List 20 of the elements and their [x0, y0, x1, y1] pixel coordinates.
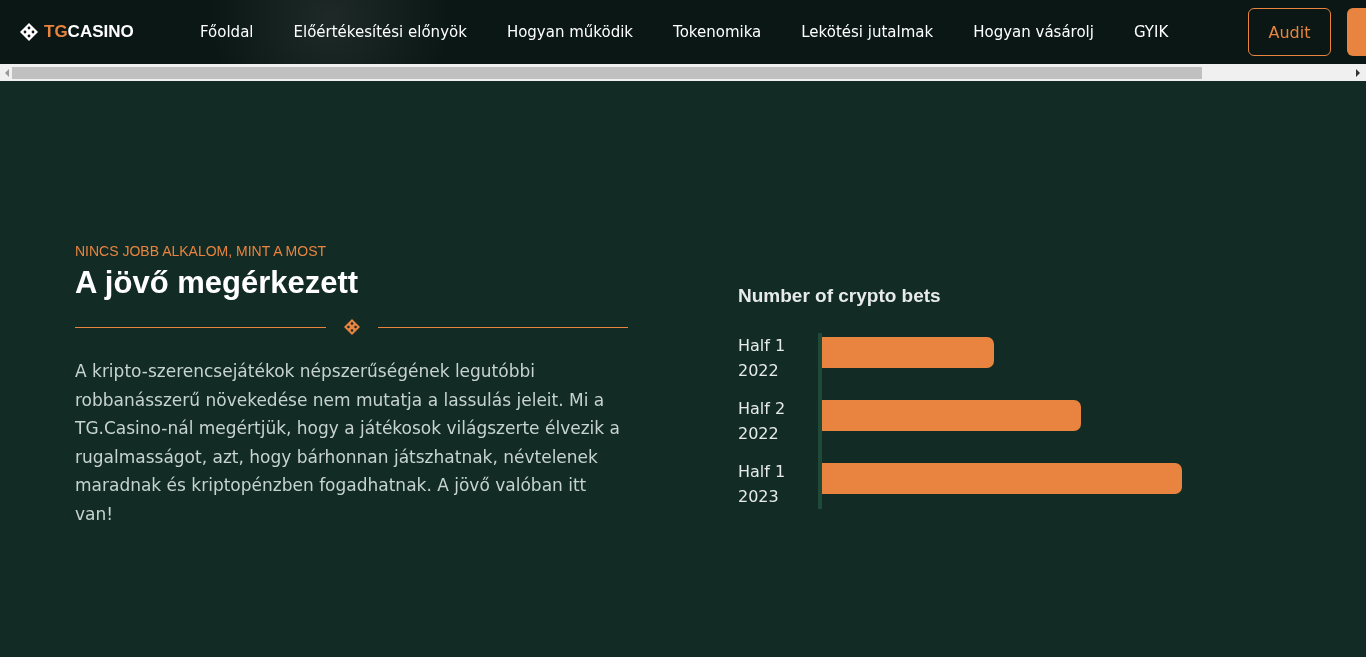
- section-paragraph: A kripto-szerencsejátékok népszerűségének legutóbbi robbanásszerű növekedése nem mutatja a lassulás jeleit. Mi a TG.Casino-nál megértjük, hogy a játékosok világszerte élvezik a rugalmasságot, azt, hogy bárhonnan játszhatnak, névtelenek maradnak és kriptopénzben fogadhatnak. A jövő valóban itt van!: [75, 360, 621, 526]
- horizontal-scrollbar[interactable]: [0, 64, 1366, 81]
- nav-link[interactable]: Hogyan működik: [506, 23, 634, 41]
- section-heading: A jövő megérkezett: [75, 265, 360, 301]
- bar-label: Half 1 2023: [738, 461, 787, 508]
- nav-link[interactable]: Főoldal: [200, 23, 254, 41]
- nav-link[interactable]: Előértékesítési előnyök: [293, 23, 467, 41]
- audit-button[interactable]: Audit: [1248, 8, 1331, 56]
- logo-wordmark[interactable]: TGCASINO: [44, 22, 134, 42]
- section-eyebrow: NINCS JOBB ALKALOM, MINT A MOST: [75, 243, 328, 259]
- nav-link[interactable]: Lekötési jutalmak: [801, 23, 934, 41]
- nav-link[interactable]: GYIK: [1133, 23, 1169, 41]
- bar-label: Half 1 2022: [738, 335, 787, 382]
- dice-divider-icon: [343, 319, 360, 335]
- dice-logo-icon: [20, 23, 38, 41]
- nav-link[interactable]: Hogyan vásárolj: [973, 23, 1094, 41]
- cut-off-button[interactable]: [1347, 8, 1366, 56]
- chart-title: Number of crypto bets: [738, 285, 942, 307]
- bar-label: Half 2 2022: [738, 398, 787, 445]
- nav-link[interactable]: Tokenomika: [673, 23, 762, 41]
